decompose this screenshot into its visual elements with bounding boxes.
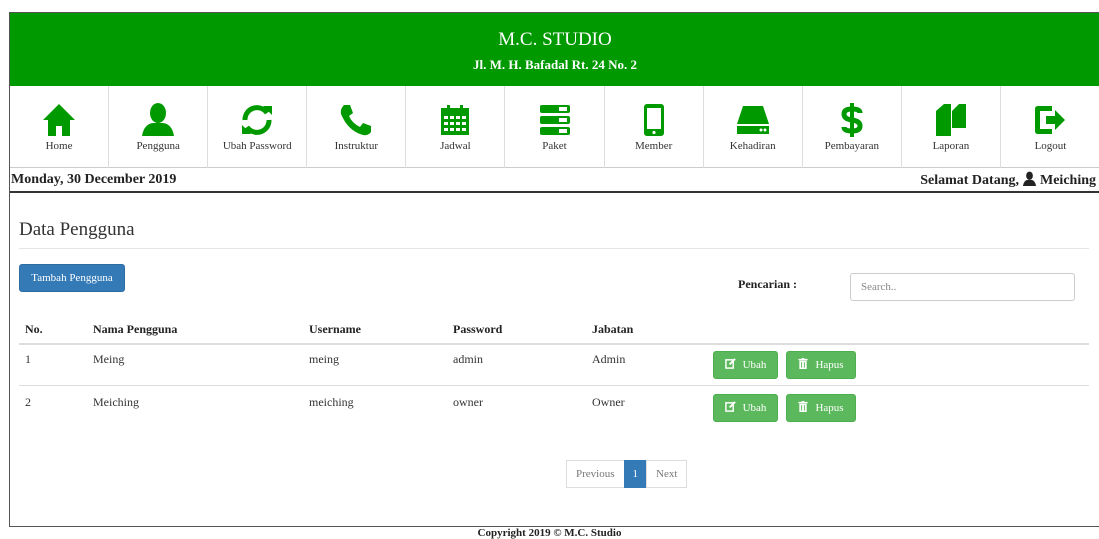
divider (19, 248, 1089, 249)
footer-copyright: Copyright 2019 © M.C. Studio (477, 527, 622, 539)
main-nav: Home Pengguna Ubah Password Instruktur J… (10, 86, 1099, 168)
logout-icon (1001, 100, 1099, 140)
nav-label: Pengguna (136, 140, 180, 152)
cell-no: 1 (25, 352, 31, 366)
cell-nama: Meing (93, 352, 125, 366)
nav-label: Pembayaran (824, 140, 879, 152)
nav-item-jadwal[interactable]: Jadwal (406, 86, 506, 168)
cell-nama: Meiching (93, 395, 139, 409)
edit-label: Ubah (742, 359, 767, 371)
pagination: Previous 1 Next (566, 460, 688, 488)
welcome-message: Selamat Datang, Meiching (920, 171, 1096, 191)
edit-icon (724, 358, 736, 372)
pagination-page-1[interactable]: 1 (623, 460, 647, 488)
current-date: Monday, 30 December 2019 (11, 172, 177, 187)
nav-item-logout[interactable]: Logout (1001, 86, 1099, 168)
column-header-jabatan: Jabatan (592, 322, 634, 336)
edit-button[interactable]: Ubah (713, 394, 778, 422)
page-title: Data Pengguna (19, 219, 135, 240)
site-address: Jl. M. H. Bafadal Rt. 24 No. 2 (473, 57, 637, 72)
nav-label: Paket (542, 140, 567, 152)
delete-button[interactable]: Hapus (786, 394, 856, 422)
tasks-icon (505, 100, 603, 140)
search-input[interactable] (850, 273, 1075, 301)
hdd-icon (704, 100, 802, 140)
home-icon (10, 100, 108, 140)
nav-item-laporan[interactable]: Laporan (902, 86, 1001, 168)
nav-item-pembayaran[interactable]: Pembayaran (803, 86, 902, 168)
nav-item-member[interactable]: Member (605, 86, 704, 168)
table-header-divider (19, 343, 1089, 345)
copy-icon (902, 100, 1000, 140)
delete-label: Hapus (815, 359, 844, 371)
nav-item-ubah-password[interactable]: Ubah Password (208, 86, 308, 168)
date-bar: Monday, 30 December 2019 Selamat Datang,… (10, 168, 1099, 193)
row-divider (19, 385, 1089, 386)
search-label: Pencarian : (738, 277, 797, 291)
edit-icon (724, 401, 736, 415)
nav-label: Laporan (932, 140, 970, 152)
user-icon (1022, 171, 1037, 191)
nav-label: Jadwal (440, 140, 471, 152)
column-header-nama: Nama Pengguna (93, 322, 178, 336)
nav-label: Member (634, 140, 673, 152)
pagination-previous[interactable]: Previous (566, 460, 625, 488)
nav-label: Logout (1034, 140, 1067, 152)
cell-password: admin (453, 352, 483, 366)
add-user-button[interactable]: Tambah Pengguna (19, 264, 125, 292)
cell-username: meing (309, 352, 339, 366)
nav-item-kehadiran[interactable]: Kehadiran (704, 86, 803, 168)
edit-button[interactable]: Ubah (713, 351, 778, 379)
current-username: Meiching (1040, 173, 1096, 188)
nav-label: Kehadiran (729, 140, 776, 152)
dollar-icon (803, 100, 901, 140)
nav-item-home[interactable]: Home (10, 86, 110, 168)
nav-item-pengguna[interactable]: Pengguna (109, 86, 209, 168)
column-header-no: No. (25, 322, 43, 336)
phone-device-icon (605, 100, 703, 140)
trash-icon (798, 401, 809, 415)
cell-jabatan: Owner (592, 395, 625, 409)
column-header-password: Password (453, 322, 503, 336)
header-banner: M.C. STUDIO Jl. M. H. Bafadal Rt. 24 No.… (10, 13, 1099, 86)
nav-label: Home (45, 140, 73, 152)
nav-label: Ubah Password (222, 140, 292, 152)
calendar-icon (406, 100, 504, 140)
trash-icon (798, 358, 809, 372)
nav-item-paket[interactable]: Paket (505, 86, 605, 168)
cell-username: meiching (309, 395, 354, 409)
greeting-text: Selamat Datang, (920, 173, 1019, 188)
cell-password: owner (453, 395, 483, 409)
nav-item-instruktur[interactable]: Instruktur (307, 86, 407, 168)
nav-label: Instruktur (334, 140, 379, 152)
delete-label: Hapus (815, 402, 844, 414)
delete-button[interactable]: Hapus (786, 351, 856, 379)
site-title: M.C. STUDIO (498, 29, 612, 50)
phone-icon (307, 100, 405, 140)
pagination-next[interactable]: Next (646, 460, 688, 488)
edit-label: Ubah (742, 402, 767, 414)
cell-jabatan: Admin (592, 352, 626, 366)
app-frame: M.C. STUDIO Jl. M. H. Bafadal Rt. 24 No.… (9, 12, 1099, 527)
user-icon (109, 100, 207, 140)
cell-no: 2 (25, 395, 31, 409)
column-header-username: Username (309, 322, 361, 336)
refresh-icon (208, 100, 306, 140)
